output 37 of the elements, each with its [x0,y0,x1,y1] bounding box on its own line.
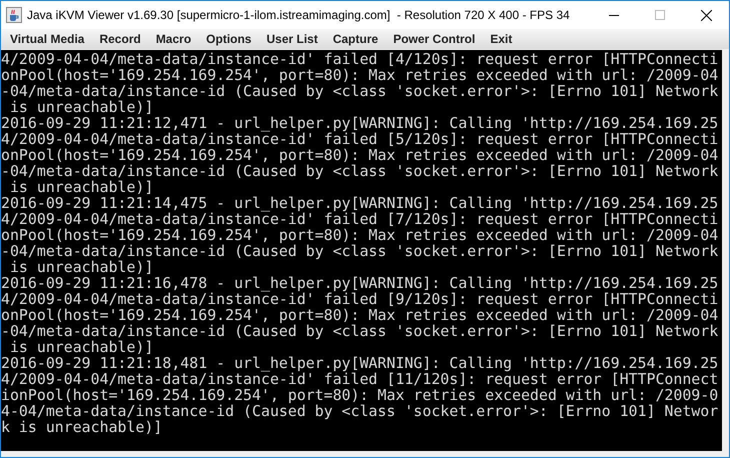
console-line: 2016-09-29 11:21:16,478 - url_helper.py[WARNING]: Calling 'http://169.254.169.25 [1,275,718,291]
console-line: 2016-09-29 11:21:14,475 - url_helper.py[WARNING]: Calling 'http://169.254.169.25 [1,195,718,211]
console-line: ionPool(host='169.254.169.254', port=80): Max retries exceeded with url: /2009-0 [1,387,718,403]
console-line: -04/meta-data/instance-id (Caused by <class 'socket.error'>: [Errno 101] Network [1,243,718,259]
console-line: 4/2009-04-04/meta-data/instance-id' failed [7/120s]: request error [HTTPConnecti [1,211,718,227]
menu-item[interactable]: Virtual Media [4,30,90,48]
menu-item[interactable]: Exit [484,30,518,48]
minimize-icon [609,14,619,16]
console-line: 4/2009-04-04/meta-data/instance-id' failed [9/120s]: request error [HTTPConnecti [1,291,718,307]
console-line: 4/2009-04-04/meta-data/instance-id' failed [5/120s]: request error [HTTPConnecti [1,131,718,147]
console-line: 4/2009-04-04/meta-data/instance-id' failed [4/120s]: request error [HTTPConnecti [1,51,718,67]
menu-item[interactable]: Record [93,30,147,48]
console-line: -04/meta-data/instance-id (Caused by <class 'socket.error'>: [Errno 101] Network [1,163,718,179]
console-line: is unreachable)] [8,259,154,275]
console-line: 4-04/meta-data/instance-id (Caused by <class 'socket.error'>: [Errno 101] Networ [1,403,718,419]
menu-item[interactable]: User List [260,30,324,48]
console-line: is unreachable)] [8,179,154,195]
console-line: is unreachable)] [8,99,154,115]
console-line: -04/meta-data/instance-id (Caused by <class 'socket.error'>: [Errno 101] Network [1,83,718,99]
close-icon [700,10,712,20]
console-line: 2016-09-29 11:21:18,481 - url_helper.py[WARNING]: Calling 'http://169.254.169.25 [1,355,718,371]
console-line: onPool(host='169.254.169.254', port=80): Max retries exceeded with url: /2009-04 [1,67,718,83]
console-line: onPool(host='169.254.169.254', port=80): Max retries exceeded with url: /2009-04 [1,147,718,163]
maximize-icon [655,10,665,20]
coffee-cup-icon [6,7,22,23]
console-line: -04/meta-data/instance-id (Caused by <class 'socket.error'>: [Errno 101] Network [1,323,718,339]
console-line: k is unreachable)] [1,419,162,435]
window-title: Java iKVM Viewer v1.69.30 [supermicro-1-ilom.istreamimaging.com] - Resolution 720 X 400 - FPS 34 [27,7,570,24]
console-line: 4/2009-04-04/meta-data/instance-id' failed [11/120s]: request error [HTTPConnect [1,371,718,387]
menu-item[interactable]: Macro [150,30,198,48]
console-line: onPool(host='169.254.169.254', port=80): Max retries exceeded with url: /2009-04 [1,307,718,323]
console-line: 2016-09-29 11:21:12,471 - url_helper.py[WARNING]: Calling 'http://169.254.169.25 [1,115,718,131]
menu-item[interactable]: Capture [326,30,384,48]
menu-item[interactable]: Power Control [387,30,482,48]
menu-item[interactable]: Options [200,30,258,48]
console-line: is unreachable)] [8,339,154,355]
console-line: onPool(host='169.254.169.254', port=80): Max retries exceeded with url: /2009-04 [1,227,718,243]
